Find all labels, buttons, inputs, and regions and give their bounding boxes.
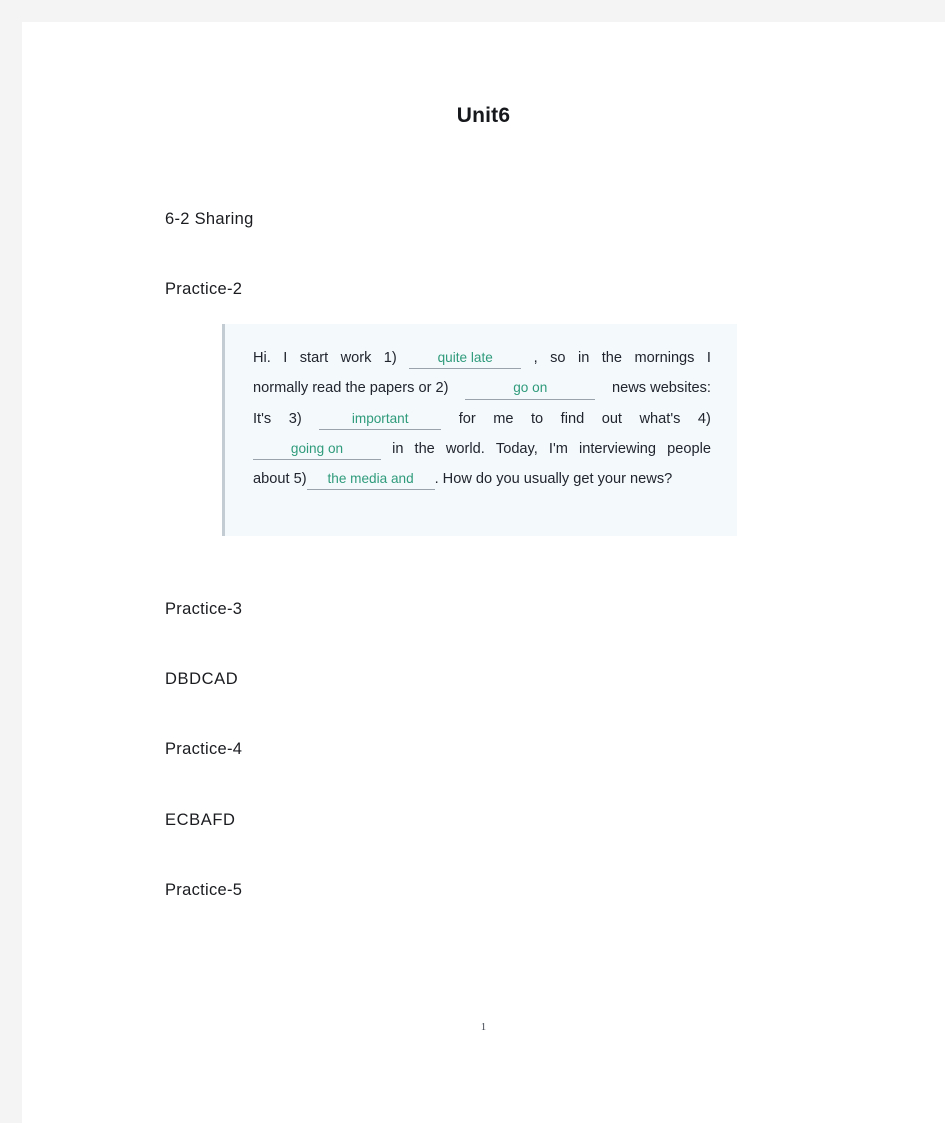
exercise-line-5: about 5) the media and . How do you usua… (253, 471, 711, 491)
blank-answer-2[interactable]: go on (465, 381, 596, 400)
word: so (550, 350, 566, 366)
heading-practice-3: Practice-3 (165, 600, 243, 618)
word: Today, (495, 440, 538, 457)
heading-practice-2: Practice-2 (165, 280, 243, 298)
phrase: news websites: (612, 380, 711, 397)
word: to (531, 410, 544, 427)
word: for (458, 410, 476, 427)
page-title: Unit6 (456, 104, 511, 127)
phrase: . How do you usually get your news? (434, 471, 673, 488)
heading-6-2-sharing: 6-2 Sharing (165, 210, 254, 228)
word: find (560, 410, 585, 427)
word: interviewing (578, 440, 657, 457)
answer-key-practice-3: DBDCAD (165, 670, 239, 688)
heading-practice-5: Practice-5 (165, 881, 243, 899)
word: me (493, 410, 514, 427)
exercise-line-3: It's 3) important for me to find out wha… (253, 411, 711, 430)
blank-number-1: 1) (383, 350, 397, 366)
word: out (601, 410, 622, 427)
heading-practice-4: Practice-4 (165, 740, 243, 758)
word: Hi. (253, 350, 271, 366)
word: what's (639, 410, 681, 427)
exercise-line-2: normally read the papers or 2) go on new… (253, 380, 711, 400)
word: start (299, 350, 329, 366)
blank-number-3: 3) (288, 410, 302, 427)
exercise-line-4: going on in the world. Today, I'm interv… (253, 440, 711, 461)
word: in (392, 440, 404, 457)
word: the (601, 350, 623, 366)
answer-key-practice-4: ECBAFD (165, 811, 236, 829)
word: in (577, 350, 590, 366)
word: mornings (634, 350, 695, 366)
page-number-footer: 1 (480, 1022, 487, 1033)
word: the (414, 440, 435, 457)
phrase: about 5) (253, 471, 307, 488)
blank-answer-1[interactable]: quite late (409, 350, 522, 370)
document-page: Unit6 6-2 Sharing Practice-2 Hi. I start… (22, 22, 945, 1123)
blank-answer-3[interactable]: important (319, 411, 442, 430)
blank-answer-4[interactable]: going on (253, 441, 381, 461)
phrase: normally read the papers or 2) (253, 380, 449, 397)
word: It's (253, 410, 272, 427)
word: people (667, 440, 711, 457)
exercise-passage-box: Hi. I start work 1) quite late , so in t… (222, 324, 737, 536)
word: I (283, 350, 288, 366)
blank-answer-5[interactable]: the media and (306, 471, 435, 491)
punctuation: , (533, 350, 538, 366)
word: work (340, 350, 372, 366)
word: I (706, 350, 711, 366)
exercise-line-1: Hi. I start work 1) quite late , so in t… (253, 350, 711, 370)
word: world. (445, 440, 485, 457)
blank-number-4: 4) (697, 410, 711, 427)
word: I'm (548, 440, 568, 457)
